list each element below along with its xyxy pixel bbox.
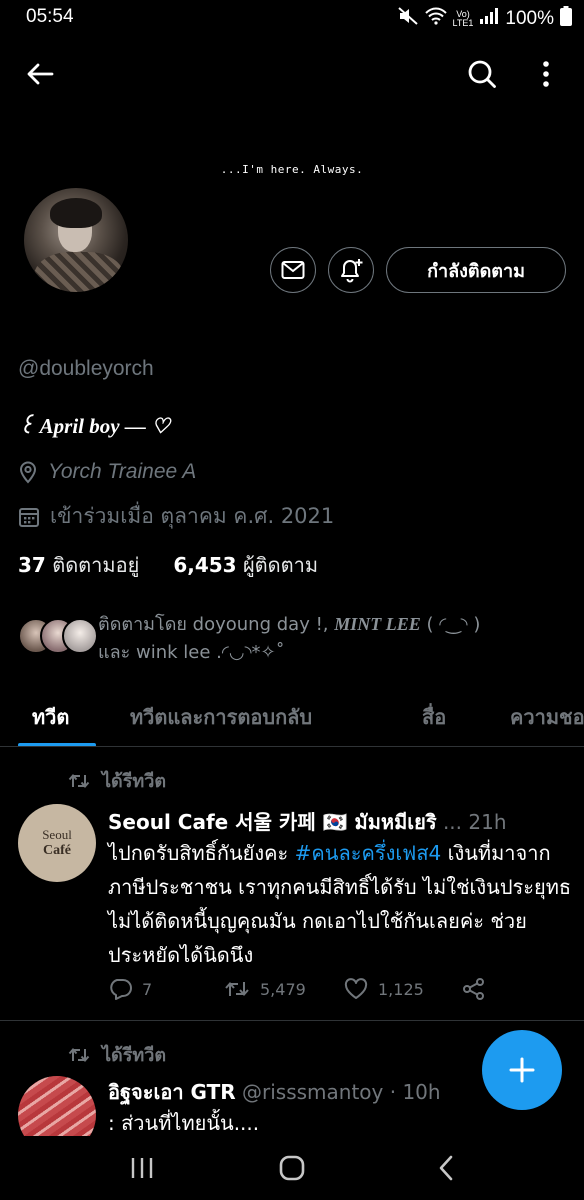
tab-likes[interactable]: ความชอบ	[510, 701, 584, 733]
profile-handle: @doubleyorch	[18, 357, 154, 380]
wifi-icon	[424, 7, 447, 31]
recent-apps-button[interactable]	[124, 1152, 160, 1184]
compose-tweet-button[interactable]	[482, 1030, 562, 1110]
tweet-text: : ส่วนที่ไทยนั้น....	[108, 1111, 260, 1135]
reply-button[interactable]: 7	[108, 978, 224, 1000]
follow-stats: 37 ติดตามอยู่ 6,453 ผู้ติดตาม	[18, 549, 318, 581]
search-icon	[468, 60, 496, 88]
tweet-author-name[interactable]: อิฐจะเอา GTR	[108, 1080, 236, 1104]
mail-icon	[281, 261, 305, 279]
share-button[interactable]	[462, 978, 486, 1000]
chevron-left-icon	[439, 1155, 453, 1181]
tab-media[interactable]: สื่อ	[422, 701, 446, 733]
following-button[interactable]: กำลังติดตาม	[386, 247, 566, 293]
plus-icon	[509, 1057, 535, 1083]
profile-bio: ꒰ April boy — ♡	[18, 414, 170, 438]
tweet-divider	[0, 1020, 584, 1021]
battery-level: 100%	[505, 8, 554, 29]
system-navigation-bar	[0, 1136, 584, 1200]
retweet-indicator: ได้รีทวีต	[68, 766, 166, 795]
share-icon	[463, 978, 484, 1000]
retweet-icon	[68, 773, 90, 788]
tweet-item[interactable]: ได้รีทวีต Seoul Café Seoul Cafe 서울 카페 🇰🇷…	[0, 748, 584, 1020]
profile-location: Yorch Trainee A	[18, 460, 196, 484]
message-button[interactable]	[270, 247, 316, 293]
retweet-icon	[225, 981, 249, 997]
back-button[interactable]	[20, 54, 60, 94]
calendar-icon	[19, 507, 39, 527]
back-arrow-icon	[27, 63, 54, 85]
mute-icon	[397, 6, 419, 32]
notifications-button[interactable]	[328, 247, 374, 293]
tweet-timestamp: ... 21h	[442, 810, 507, 834]
search-button[interactable]	[462, 54, 502, 94]
home-button[interactable]	[274, 1152, 310, 1184]
reply-icon	[110, 979, 132, 1000]
network-indicator: Vo) LTE1	[452, 9, 474, 28]
battery-icon	[560, 6, 572, 32]
tweet-actions: 7 5,479 1,125	[108, 978, 486, 1000]
tweet-header: Seoul Cafe 서울 카페 🇰🇷 มัมหมีเยริ ... 21h	[108, 806, 507, 838]
followed-by-text: ติดตามโดย doyoung day !, MINT LEE ( ◜‿◝ …	[98, 614, 481, 663]
retweet-icon	[68, 1047, 90, 1062]
recent-apps-icon	[131, 1158, 153, 1178]
followed-by-section[interactable]: ติดตามโดย doyoung day !, MINT LEE ( ◜‿◝ …	[18, 610, 578, 666]
tweet-timestamp: @risssmantoy · 10h	[242, 1080, 441, 1104]
retweet-indicator: ได้รีทวีต	[68, 1040, 166, 1069]
more-vertical-icon	[543, 61, 549, 87]
hashtag-link[interactable]: #คนละครึ่งเฟส4	[295, 841, 442, 865]
tab-tweets-and-replies[interactable]: ทวีตและการตอบกลับ	[130, 701, 312, 733]
mini-avatar	[62, 618, 98, 654]
status-bar: 05:54 Vo) LTE1 100%	[0, 0, 584, 36]
tab-tweets[interactable]: ทวีต	[32, 701, 69, 733]
location-pin-icon	[19, 461, 37, 484]
followers-stat[interactable]: 6,453 ผู้ติดตาม	[173, 549, 318, 581]
heart-icon	[344, 978, 368, 999]
header-banner-text: ...I'm here. Always.	[220, 163, 364, 176]
home-icon	[279, 1155, 305, 1181]
following-stat[interactable]: 37 ติดตามอยู่	[18, 549, 139, 581]
tweet-author-name[interactable]: Seoul Cafe 서울 카페 🇰🇷 มัมหมีเยริ	[108, 810, 437, 834]
system-back-button[interactable]	[428, 1152, 464, 1184]
location-text: Yorch Trainee A	[48, 460, 197, 483]
profile-top-bar	[0, 52, 584, 98]
bell-plus-icon	[341, 259, 363, 283]
profile-joined-date: เข้าร่วมเมื่อ ตุลาคม ค.ศ. 2021	[18, 500, 334, 533]
retweet-button[interactable]: 5,479	[224, 979, 344, 999]
more-options-button[interactable]	[528, 54, 564, 94]
tab-active-indicator	[18, 743, 96, 746]
profile-avatar[interactable]	[22, 186, 130, 294]
profile-tabs: ทวีต ทวีตและการตอบกลับ สื่อ ความชอบ	[0, 695, 584, 747]
tweet-author-avatar[interactable]	[18, 1076, 96, 1136]
status-time: 05:54	[26, 6, 74, 27]
joined-text: เข้าร่วมเมื่อ ตุลาคม ค.ศ. 2021	[50, 504, 335, 528]
signal-icon	[479, 8, 499, 30]
like-button[interactable]: 1,125	[344, 978, 462, 1000]
tweet-header: อิฐจะเอา GTR @risssmantoy · 10h	[108, 1076, 441, 1108]
tweet-author-avatar[interactable]: Seoul Café	[18, 804, 96, 882]
tweet-text: ไปกดรับสิทธิ์กันยังคะ #คนละครึ่งเฟส4 เงิ…	[108, 841, 572, 967]
